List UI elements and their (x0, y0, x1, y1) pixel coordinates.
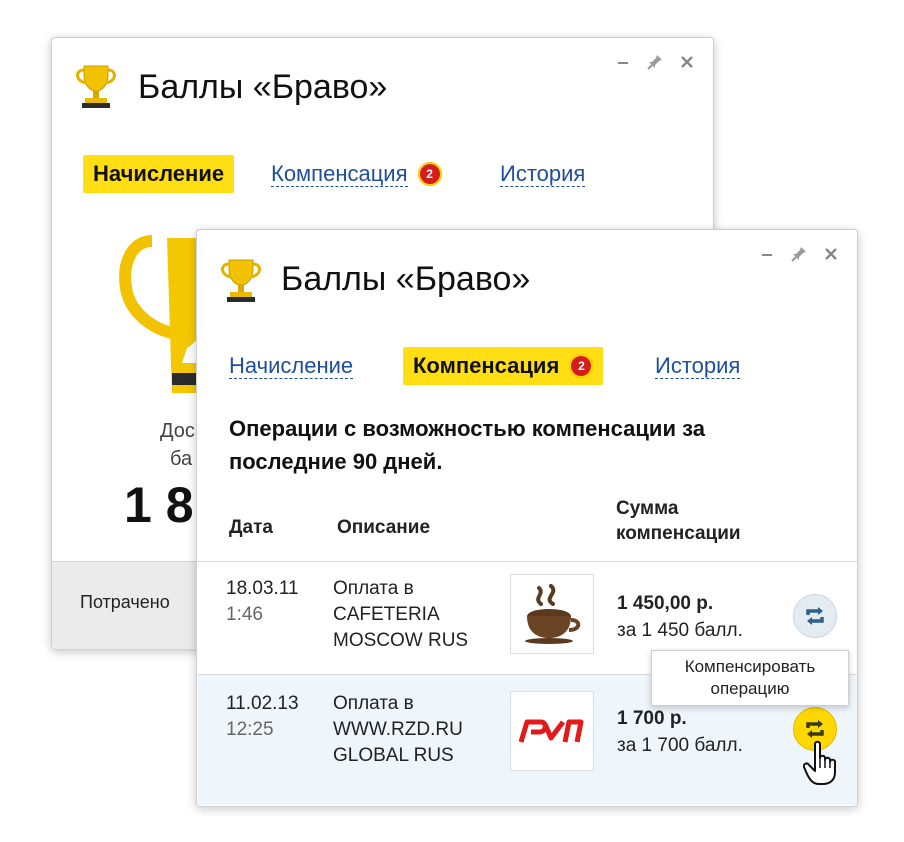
row-points: за 1 700 балл. (617, 735, 743, 756)
trophy-icon (221, 259, 261, 302)
hand-cursor-icon (803, 740, 836, 785)
rzd-logo (518, 719, 584, 743)
row-date-cell: 11.02.13 12:25 (226, 691, 299, 743)
tab-compensation-label: Компенсация (271, 161, 408, 187)
tab-compensation[interactable]: Компенсация 2 (271, 161, 442, 187)
column-header-amount-line2: компенсации (616, 523, 741, 544)
section-heading-line2: последние 90 дней. (229, 449, 443, 474)
points-label-partial: ба (170, 448, 193, 470)
tab-accrual[interactable]: Начисление (83, 155, 235, 193)
window-title: Баллы «Браво» (138, 68, 388, 106)
tab-history[interactable]: История (655, 353, 741, 379)
window-title: Баллы «Браво» (281, 260, 531, 298)
row-date-cell: 18.03.11 1:46 (226, 576, 299, 628)
row-amount: 1 450,00 р. за 1 450 балл. (617, 590, 743, 644)
available-label-partial: Дос (160, 420, 195, 442)
pin-icon[interactable] (645, 52, 665, 72)
minimize-icon[interactable] (613, 52, 633, 72)
close-icon[interactable] (677, 52, 697, 72)
tab-accrual-label: Начисление (229, 353, 354, 379)
balance-value-partial: 1 8 (124, 477, 194, 533)
window-controls (757, 244, 841, 264)
compensate-button[interactable] (793, 594, 837, 638)
tab-accrual-label: Начисление (93, 161, 225, 186)
tooltip-line2: операцию (710, 679, 790, 698)
row-description-line2: WWW.RZD.RU (333, 719, 463, 740)
row-description-line1: Оплата в (333, 578, 414, 599)
merchant-logo (510, 574, 594, 654)
tab-history[interactable]: История (500, 161, 586, 187)
notification-badge: 2 (569, 354, 594, 378)
column-header-amount-line1: Сумма (616, 498, 679, 519)
row-time: 1:46 (226, 604, 263, 625)
row-points: за 1 450 балл. (617, 620, 743, 641)
trophy-icon (76, 65, 116, 108)
front-window: Баллы «Браво» Начисление Компенсация 2 И… (196, 229, 858, 807)
tab-compensation-label: Компенсация (413, 353, 560, 378)
notification-badge: 2 (417, 162, 442, 186)
row-amount-value: 1 700 р. (617, 708, 687, 729)
tooltip-line1: Компенсировать (684, 657, 816, 676)
close-icon[interactable] (821, 244, 841, 264)
tab-history-label: История (655, 353, 741, 379)
tab-history-label: История (500, 161, 586, 187)
row-date: 11.02.13 (226, 693, 299, 714)
column-header-amount: Сумма компенсации (616, 496, 741, 546)
row-amount: 1 700 р. за 1 700 балл. (617, 705, 743, 759)
merchant-logo (510, 691, 594, 771)
column-header-description: Описание (337, 517, 431, 538)
row-time: 12:25 (226, 719, 274, 740)
row-description: Оплата в WWW.RZD.RU GLOBAL RUS (333, 691, 463, 769)
tab-accrual[interactable]: Начисление (229, 353, 354, 379)
coffee-cup-icon (525, 584, 581, 644)
section-heading-line1: Операции с возможностью компенсации за (229, 416, 705, 441)
row-description: Оплата в CAFETERIA MOSCOW RUS (333, 576, 468, 654)
section-heading: Операции с возможностью компенсации за п… (229, 412, 829, 478)
repeat-icon (806, 720, 824, 738)
row-description-line3: MOSCOW RUS (333, 630, 469, 651)
repeat-icon (806, 607, 824, 625)
tooltip: Компенсировать операцию (651, 650, 849, 706)
spent-label: Потрачено (80, 592, 170, 612)
row-amount-value: 1 450,00 р. (617, 593, 714, 614)
tab-compensation[interactable]: Компенсация 2 (403, 347, 604, 385)
minimize-icon[interactable] (757, 244, 777, 264)
row-date: 18.03.11 (226, 578, 299, 599)
window-controls (613, 52, 697, 72)
row-description-line1: Оплата в (333, 693, 414, 714)
row-description-line2: CAFETERIA (333, 604, 440, 625)
pin-icon[interactable] (789, 244, 809, 264)
row-description-line3: GLOBAL RUS (333, 745, 454, 766)
column-header-date: Дата (229, 517, 273, 538)
